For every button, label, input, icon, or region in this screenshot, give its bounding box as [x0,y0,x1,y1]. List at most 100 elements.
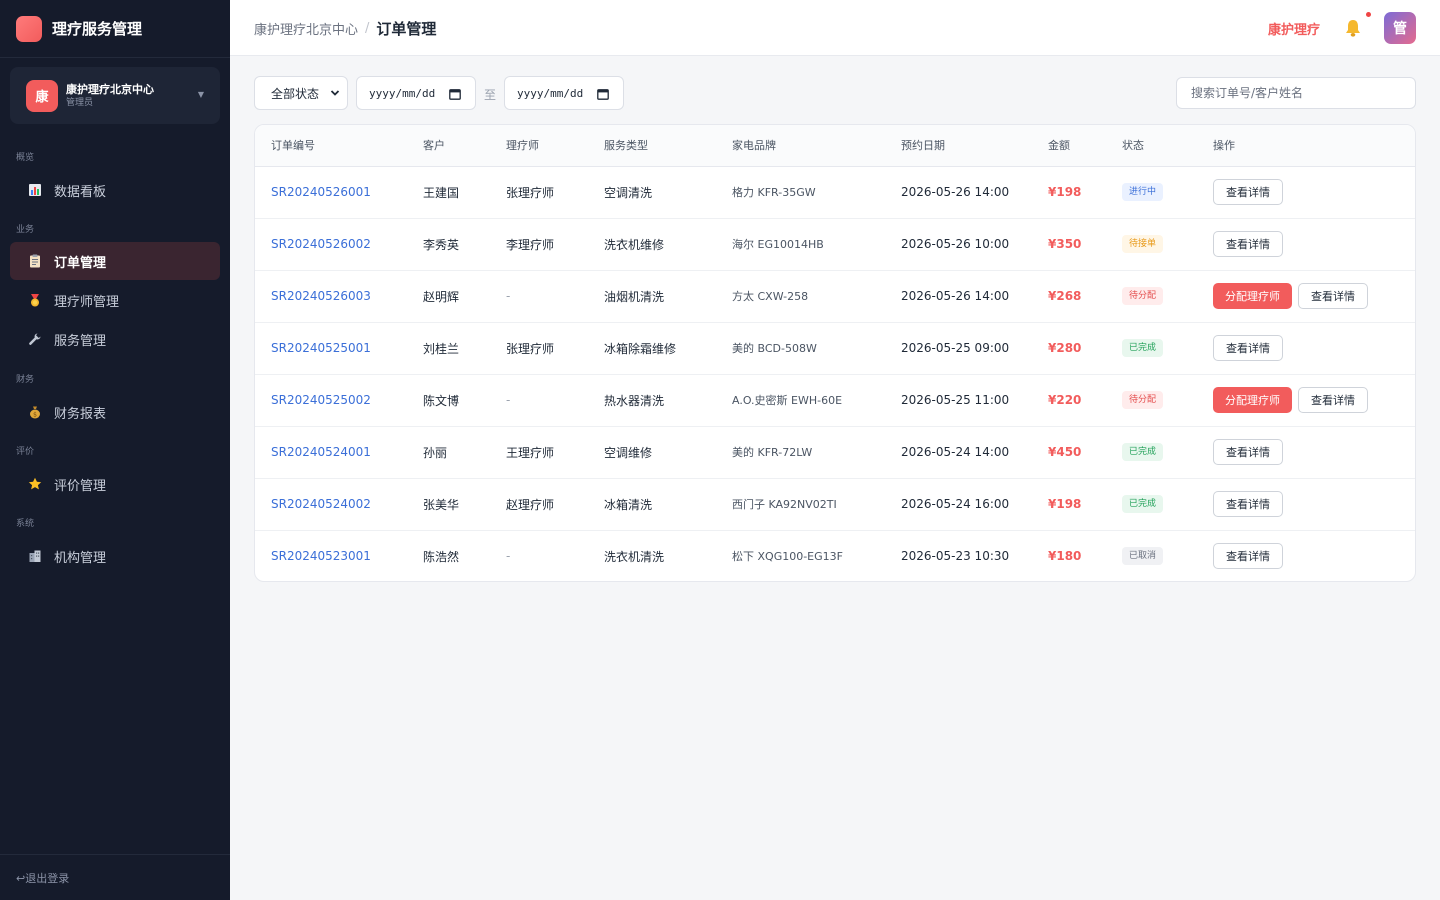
nav-group-system: 系统 机构管理 [0,517,230,575]
status-filter-select[interactable]: 全部状态 [254,76,348,110]
user-avatar[interactable]: 管 [1384,12,1416,44]
order-id-link[interactable]: SR20240523001 [271,549,371,563]
customer-name: 张美华 [423,497,460,512]
table-cell: 分配理疗师 查看详情 [1213,270,1415,323]
end-date-placeholder: yyyy/mm/dd [517,86,584,100]
calendar-icon[interactable] [597,88,609,100]
sidebar-item-dashboard[interactable]: 数据看板 [10,171,220,209]
status-badge: 已完成 [1122,339,1164,357]
therapist-name: - [506,289,511,303]
order-id-link[interactable]: SR20240526002 [271,237,371,251]
money-bag-icon: $ [28,405,42,419]
table-cell: 查看详情 [1213,530,1415,581]
column-header-amount: 金额 [1048,125,1122,167]
logout-button[interactable]: ↩退出登录 [0,854,230,900]
sidebar-item-institutions[interactable]: 机构管理 [10,537,220,575]
bell-icon[interactable] [1342,17,1364,39]
orders-table: 订单编号 客户 理疗师 服务类型 家电品牌 预约日期 金额 状态 操作 SR20… [255,125,1415,581]
assign-therapist-button[interactable]: 分配理疗师 [1213,387,1292,413]
column-header-actions: 操作 [1213,125,1415,167]
table-cell: 空调清洗 [604,166,732,219]
customer-name: 孙丽 [423,445,448,460]
sidebar-item-therapists[interactable]: 理疗师管理 [10,281,220,319]
customer-name: 陈浩然 [423,549,460,564]
service-type: 热水器清洗 [604,393,665,408]
table-cell: 陈浩然 [423,530,506,581]
calendar-icon[interactable] [449,88,461,100]
order-id-link[interactable]: SR20240524002 [271,497,371,511]
table-cell: 陈文博 [423,374,506,427]
order-id-link[interactable]: SR20240525002 [271,393,371,407]
table-cell: SR20240524001 [255,426,423,479]
table-cell: ¥280 [1048,322,1122,375]
page-title: 订单管理 [376,20,437,38]
order-amount: ¥180 [1048,549,1082,564]
status-badge: 进行中 [1122,183,1164,201]
nav-group-label: 业务 [16,225,35,235]
table-cell: 2026-05-25 09:00 [901,322,1048,375]
customer-name: 赵明辉 [423,289,460,304]
table-row: SR20240525002 陈文博 - 热水器清洗 A.O.史密斯 EWH-60E 202… [255,374,1415,427]
assign-therapist-button[interactable]: 分配理疗师 [1213,283,1292,309]
order-id-link[interactable]: SR20240524001 [271,445,371,459]
sidebar-item-orders[interactable]: 订单管理 [10,242,220,280]
service-type: 洗衣机维修 [604,237,665,252]
table-cell: 查看详情 [1213,322,1415,375]
table-cell: 王建国 [423,166,506,219]
org-name: 康护理疗北京中心 [66,82,154,96]
table-cell: 2026-05-25 11:00 [901,374,1048,427]
sidebar-item-reviews[interactable]: 评价管理 [10,465,220,503]
table-cell: A.O.史密斯 EWH-60E [732,374,901,427]
order-amount: ¥450 [1048,445,1082,459]
start-date-input[interactable]: yyyy/mm/dd [356,76,476,110]
table-cell: - [506,374,604,427]
table-cell: 分配理疗师 查看详情 [1213,374,1415,427]
appointment-date: 2026-05-24 16:00 [901,497,1010,511]
therapist-name: 张理疗师 [506,341,555,356]
column-header-date: 预约日期 [901,125,1048,167]
table-header-row: 订单编号 客户 理疗师 服务类型 家电品牌 预约日期 金额 状态 操作 [255,125,1415,167]
wrench-icon [28,332,42,346]
order-amount: ¥268 [1048,289,1082,303]
view-details-button[interactable]: 查看详情 [1213,179,1283,205]
appliance-brand: A.O.史密斯 EWH-60E [732,394,843,407]
table-cell: - [506,270,604,323]
table-cell: SR20240523001 [255,530,423,581]
order-id-link[interactable]: SR20240526003 [271,289,371,303]
table-cell: 赵明辉 [423,270,506,323]
table-cell: ¥268 [1048,270,1122,323]
view-details-button[interactable]: 查看详情 [1298,387,1368,413]
sidebar-item-services[interactable]: 服务管理 [10,320,220,358]
end-date-input[interactable]: yyyy/mm/dd [504,76,624,110]
table-cell: ¥198 [1048,166,1122,219]
table-cell: 2026-05-24 16:00 [901,478,1048,531]
view-details-button[interactable]: 查看详情 [1213,543,1283,570]
view-details-button[interactable]: 查看详情 [1298,283,1368,309]
status-badge: 已完成 [1122,443,1164,461]
sidebar-item-finance-report[interactable]: $ 财务报表 [10,393,220,431]
order-id-link[interactable]: SR20240526001 [271,185,371,199]
table-cell: 洗衣机维修 [604,218,732,271]
breadcrumb-parent[interactable]: 康护理疗北京中心 [254,19,358,38]
table-row: SR20240526003 赵明辉 - 油烟机清洗 方太 CXW-258 2026-05-… [255,270,1415,323]
table-cell: 2026-05-26 10:00 [901,218,1048,271]
service-type: 空调维修 [604,445,653,460]
sidebar-item-label: 机构管理 [54,550,107,566]
order-id-link[interactable]: SR20240525001 [271,341,371,355]
orders-table-card: 订单编号 客户 理疗师 服务类型 家电品牌 预约日期 金额 状态 操作 SR20… [254,124,1416,582]
view-details-button[interactable]: 查看详情 [1213,335,1283,361]
table-cell: 2026-05-23 10:30 [901,530,1048,581]
view-details-button[interactable]: 查看详情 [1213,491,1283,517]
table-cell: 待分配 [1122,270,1213,323]
table-cell: 方太 CXW-258 [732,270,901,323]
column-header-therapist: 理疗师 [506,125,604,167]
view-details-button[interactable]: 查看详情 [1213,231,1283,257]
table-cell: 待分配 [1122,374,1213,427]
chevron-down-icon [330,86,340,100]
table-cell: 查看详情 [1213,478,1415,531]
view-details-button[interactable]: 查看详情 [1213,439,1283,465]
org-info: 康护理疗北京中心 管理员 [66,82,154,110]
org-switcher[interactable]: 康 康护理疗北京中心 管理员 ▼ [10,67,220,124]
search-input[interactable] [1176,77,1416,109]
table-row: SR20240524001 孙丽 王理疗师 空调维修 美的 KFR-72LW 2026-0… [255,426,1415,479]
